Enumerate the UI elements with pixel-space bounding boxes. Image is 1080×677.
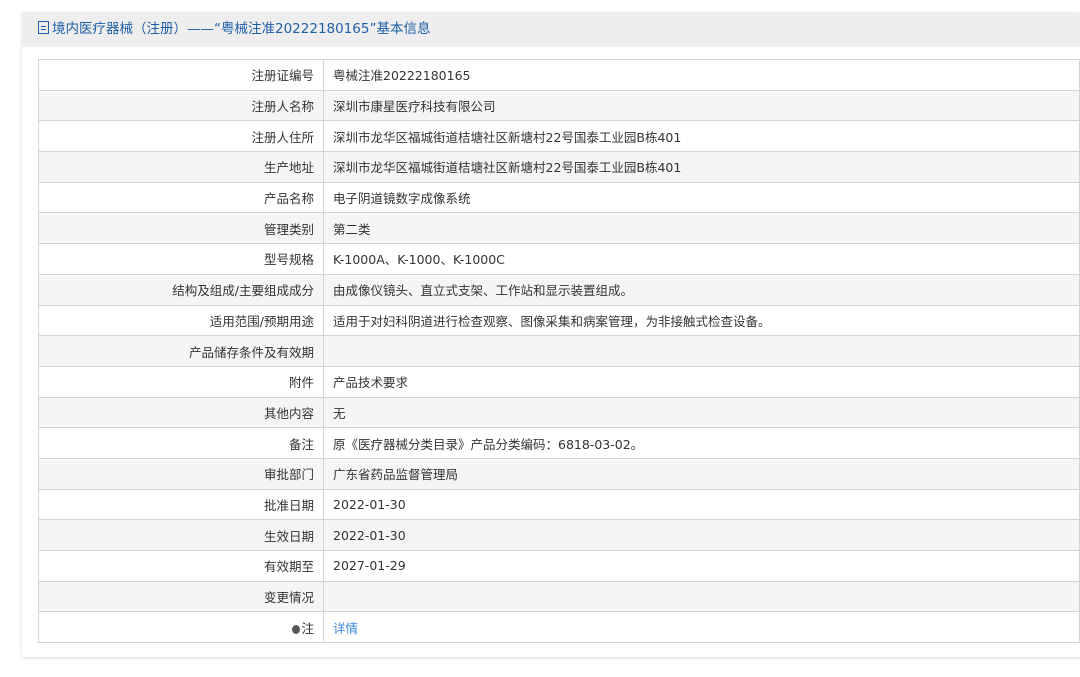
table-row: 有效期至 2027-01-29 — [38, 550, 1080, 582]
field-label: 备注 — [38, 427, 324, 459]
field-value: 深圳市康星医疗科技有限公司 — [323, 89, 1080, 122]
field-label: 批准日期 — [38, 488, 324, 521]
table-row: 生效日期 2022-01-30 — [38, 519, 1080, 551]
field-label: 变更情况 — [38, 580, 324, 613]
table-row: 其他内容无 — [38, 396, 1080, 429]
field-value: 由成像仪镜头、直立式支架、工作站和显示装置组成。 — [323, 273, 1080, 306]
field-value: 适用于对妇科阴道进行检查观察、图像采集和病案管理，为非接触式检查设备。 — [323, 304, 1080, 337]
field-label: 产品储存条件及有效期 — [38, 335, 324, 367]
field-label: 产品名称 — [38, 181, 324, 214]
field-label: 适用范围/预期用途 — [38, 304, 324, 337]
field-value: 电子阴道镜数字成像系统 — [323, 181, 1080, 214]
field-label: 注册人住所 — [38, 120, 324, 153]
field-value: 2022-01-30 — [323, 519, 1080, 551]
table-row: 注册人住所 深圳市龙华区福城街道桔塘社区新塘村22号国泰工业园B栋401 — [38, 120, 1080, 153]
lightbulb-icon — [292, 624, 301, 634]
field-value: 第二类 — [323, 212, 1080, 245]
field-label: 其他内容 — [38, 396, 324, 429]
field-value — [323, 335, 1080, 367]
field-value: 无 — [323, 396, 1080, 429]
document-icon — [38, 21, 49, 34]
field-value: 广东省药品监督管理局 — [323, 457, 1080, 490]
field-value: 粤械注准20222180165 — [323, 59, 1080, 91]
info-table: 注册证编号 粤械注准20222180165 注册人名称 深圳市康星医疗科技有限公司 注册… — [38, 59, 1080, 644]
field-label: 结构及组成/主要组成成分 — [38, 273, 324, 306]
field-value: 2027-01-29 — [323, 550, 1080, 582]
field-value: 原《医疗器械分类目录》产品分类编码：6818-03-02。 — [323, 427, 1080, 459]
info-panel: 境内医疗器械（注册）——“粤械注准20222180165”基本信息 注册证编号粤… — [22, 12, 1080, 657]
note-row: 注 详情 — [38, 611, 1080, 644]
table-row: 产品名称 电子阴道镜数字成像系统 — [38, 181, 1080, 214]
field-label: 生效日期 — [38, 519, 324, 551]
field-label: 注册证编号 — [38, 59, 324, 91]
field-value: 2022-01-30 — [323, 488, 1080, 521]
field-label: 有效期至 — [38, 550, 324, 582]
field-label: 附件 — [38, 365, 324, 398]
table-row: 适用范围/预期用途 适用于对妇科阴道进行检查观察、图像采集和病案管理，为非接触式检… — [38, 304, 1080, 337]
field-label: 注册人名称 — [38, 89, 324, 122]
table-row: 备注 原《医疗器械分类目录》产品分类编码：6818-03-02。 — [38, 427, 1080, 459]
details-link[interactable]: 详情 — [333, 621, 358, 636]
field-value: 深圳市龙华区福城街道桔塘社区新塘村22号国泰工业园B栋401 — [323, 120, 1080, 153]
field-label: 型号规格 — [38, 243, 324, 275]
panel-header: 境内医疗器械（注册）——“粤械注准20222180165”基本信息 — [22, 12, 1080, 47]
table-row: 注册人名称 深圳市康星医疗科技有限公司 — [38, 89, 1080, 122]
table-row: 管理类别 第二类 — [38, 212, 1080, 245]
field-value: K-1000A、K-1000、K-1000C — [323, 243, 1080, 275]
field-value — [323, 580, 1080, 613]
table-row: 审批部门 广东省药品监督管理局 — [38, 457, 1080, 490]
table-row: 结构及组成/主要组成成分 由成像仪镜头、直立式支架、工作站和显示装置组成。 — [38, 273, 1080, 306]
table-row: 批准日期 2022-01-30 — [38, 488, 1080, 521]
table-row: 型号规格 K-1000A、K-1000、K-1000C — [38, 243, 1080, 275]
field-value: 深圳市龙华区福城街道桔塘社区新塘村22号国泰工业园B栋401 — [323, 151, 1080, 183]
table-row: 产品储存条件及有效期 — [38, 335, 1080, 367]
table-row: 附件 产品技术要求 — [38, 365, 1080, 398]
field-value: 产品技术要求 — [323, 365, 1080, 398]
field-label: 审批部门 — [38, 457, 324, 490]
note-label: 注 — [301, 620, 314, 636]
panel-title: 境内医疗器械（注册）——“粤械注准20222180165”基本信息 — [52, 21, 431, 37]
table-row: 变更情况 — [38, 580, 1080, 613]
table-row: 注册证编号 粤械注准20222180165 — [38, 59, 1080, 91]
field-label: 生产地址 — [38, 151, 324, 183]
table-row: 生产地址 深圳市龙华区福城街道桔塘社区新塘村22号国泰工业园B栋401 — [38, 151, 1080, 183]
field-label: 管理类别 — [38, 212, 324, 245]
